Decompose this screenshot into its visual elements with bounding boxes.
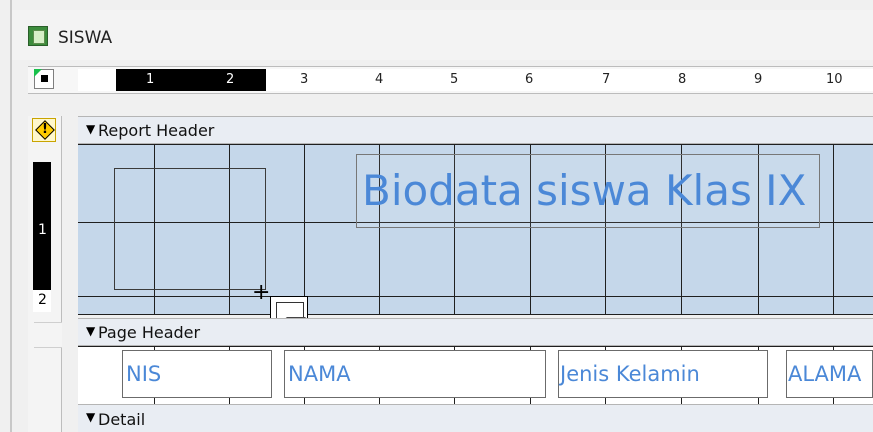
- nama-label: NAMA: [288, 362, 351, 386]
- page-header-label: Page Header: [98, 323, 201, 342]
- ruler-label-3: 3: [300, 72, 309, 87]
- grid-line-v-3: [304, 144, 305, 314]
- warning-icon[interactable]: [32, 118, 56, 142]
- section-arrow-icon: ▼: [86, 122, 96, 136]
- window-left-edge: [10, 0, 12, 432]
- vertical-ruler-label-1: 1: [38, 222, 47, 238]
- grid-line-v-10: [833, 144, 834, 314]
- grid-line-h-1: [78, 144, 873, 145]
- window-titlebar: [12, 10, 873, 60]
- ruler-label-2: 2: [226, 72, 235, 87]
- report-header-label: Report Header: [98, 121, 215, 140]
- report-title: Biodata siswa Klas IX: [362, 166, 807, 215]
- window-title: SISWA: [58, 28, 113, 48]
- vertical-ruler-label-2: 2: [38, 292, 47, 308]
- grid-line-h-4: [78, 314, 873, 315]
- vertical-ruler-bar: [34, 322, 62, 348]
- ruler-label-8: 8: [678, 72, 687, 87]
- ruler-label-5: 5: [450, 72, 459, 87]
- detail-label: Detail: [98, 410, 146, 429]
- select-all-box[interactable]: [34, 69, 54, 89]
- ruler-label-6: 6: [525, 72, 534, 87]
- report-icon: [28, 26, 48, 46]
- ruler-label-4: 4: [375, 72, 384, 87]
- ruler-label-9: 9: [754, 72, 763, 87]
- ruler-label-10: 10: [826, 72, 843, 87]
- jenis-kelamin-label: Jenis Kelamin: [560, 362, 700, 386]
- crosshair-icon: +: [252, 280, 271, 305]
- alamat-label: ALAMA: [788, 362, 862, 386]
- section-arrow-icon: ▼: [86, 410, 96, 424]
- ruler-label-1: 1: [146, 72, 155, 87]
- section-arrow-icon: ▼: [86, 324, 96, 338]
- detail-band: [78, 404, 873, 432]
- image-control-frame[interactable]: [114, 168, 266, 290]
- horizontal-ruler-selection: [116, 69, 266, 91]
- grid-line-h-3: [78, 296, 873, 297]
- ruler-label-7: 7: [602, 72, 611, 87]
- page-grid-line-h-1: [78, 346, 873, 347]
- nis-label: NIS: [126, 362, 162, 386]
